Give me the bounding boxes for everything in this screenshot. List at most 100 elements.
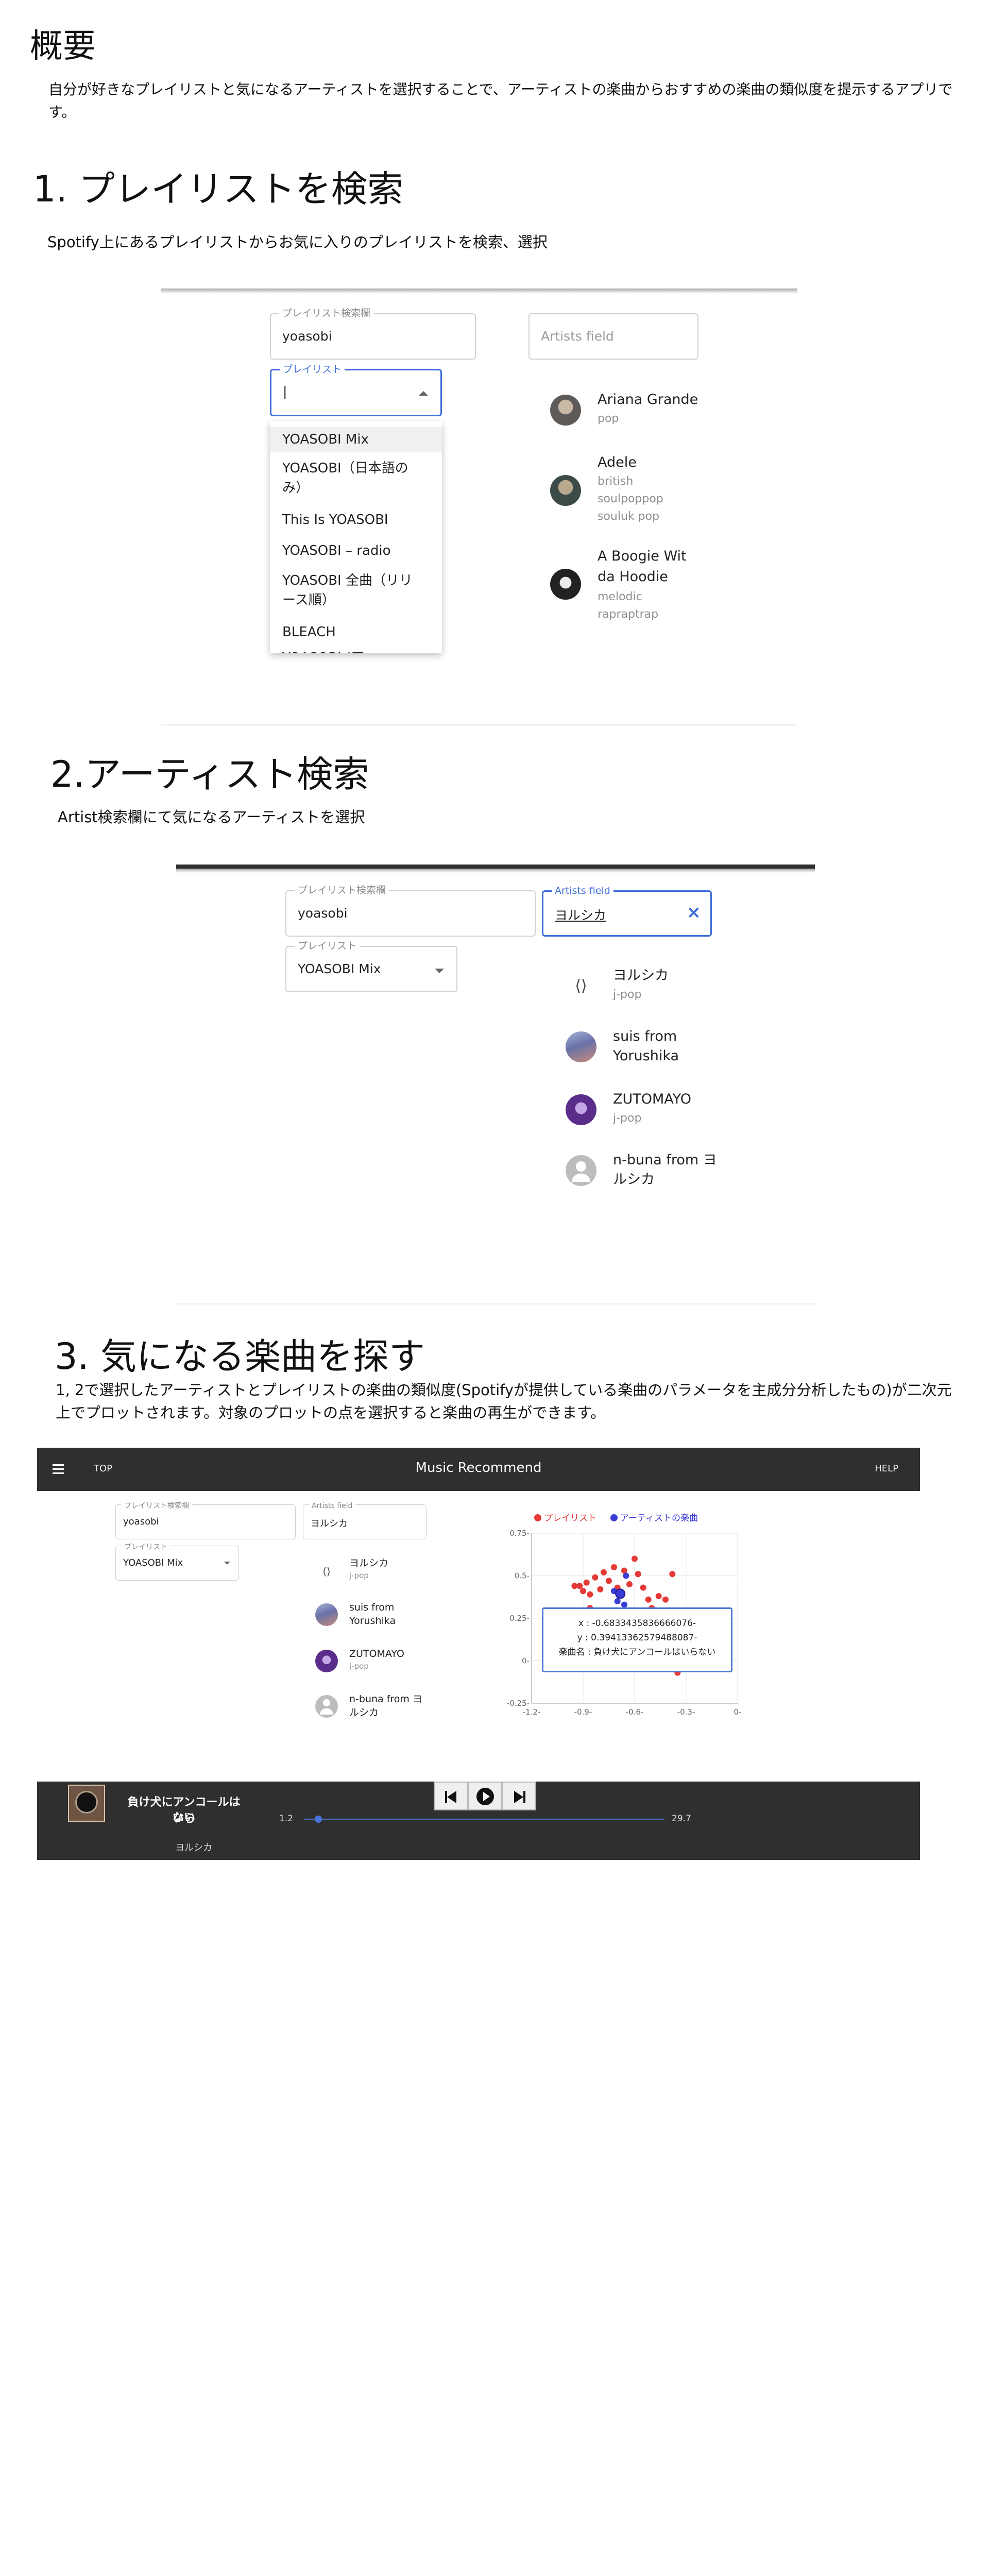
progress-track[interactable] <box>304 1819 664 1820</box>
artists-field-label: Artists field <box>309 1500 356 1512</box>
clear-icon[interactable]: × <box>687 902 702 923</box>
artist-genre: melodic <box>598 590 642 603</box>
artist-genre: rapraptrap <box>598 608 659 621</box>
playlist-point <box>587 1591 593 1598</box>
appbar-edge <box>161 289 797 294</box>
artist-item[interactable]: suis from Yorushika <box>315 1600 429 1631</box>
artist-item[interactable]: suis from Yorushika <box>566 1026 730 1067</box>
artist-name: ヨルシカ <box>613 968 669 984</box>
playlist-search-input[interactable]: プレイリスト検索欄 yoasobi <box>285 885 536 937</box>
person-icon <box>315 1695 338 1718</box>
artists-field-input[interactable]: Artists field ヨルシカ <box>303 1500 427 1539</box>
artist-name: Yorushika <box>613 1048 679 1064</box>
artist-genre: j-pop <box>613 1112 642 1125</box>
artist-avatar <box>550 475 581 506</box>
yorushika-logo-icon: ⟨⟩ <box>322 1565 331 1578</box>
help-link[interactable]: HELP <box>875 1463 898 1474</box>
artists-field-label: Artists field <box>552 885 613 896</box>
artist-item[interactable]: ⟨⟩ ヨルシカ j-pop <box>566 965 730 1007</box>
caret-up-icon <box>419 391 428 396</box>
artist-name: suis from <box>349 1602 395 1613</box>
playlist-select-label: プレイリスト <box>121 1541 170 1553</box>
playlist-point <box>580 1588 586 1595</box>
screenshot-artist-search: プレイリスト検索欄 yoasobi Artists field ヨルシカ × プ… <box>176 865 815 1313</box>
overview-title: 概要 <box>30 27 96 65</box>
skip-next-button[interactable] <box>502 1782 536 1810</box>
dropdown-option[interactable]: BLEACH <box>282 622 435 642</box>
artist-item[interactable]: ⟨⟩ ヨルシカ j-pop <box>315 1556 429 1585</box>
artists-field-value: ヨルシカ <box>311 1518 348 1529</box>
artists-field-placeholder: Artists field <box>541 329 614 344</box>
playlist-search-input[interactable]: プレイリスト検索欄 yoasobi <box>115 1500 296 1539</box>
playlist-select[interactable]: プレイリスト YOASOBI Mix <box>115 1541 239 1581</box>
playlist-dropdown: YOASOBI Mix YOASOBI（日本語の み） This Is YOAS… <box>270 421 442 653</box>
playlist-point <box>655 1593 662 1600</box>
progress-thumb[interactable] <box>315 1816 322 1823</box>
dropdown-option[interactable]: This Is YOASOBI <box>282 510 435 530</box>
artist-genre: british <box>598 475 634 488</box>
playlist-select[interactable]: プレイリスト | <box>270 364 442 416</box>
point-tooltip: x : -0.6833435836666076- y : 0.394133625… <box>542 1607 732 1672</box>
artist-name: ZUTOMAYO <box>349 1648 404 1659</box>
dropdown-option[interactable]: YOASOBI（日本語の <box>282 459 435 478</box>
artist-avatar <box>550 569 581 600</box>
dropdown-option[interactable]: YOASOBI – radio <box>282 541 435 561</box>
artist-name: n-buna from ヨ <box>349 1693 422 1705</box>
playlist-point <box>583 1579 590 1586</box>
artist-avatar <box>566 1031 596 1062</box>
dropdown-option[interactable]: み） <box>282 478 435 498</box>
artist-name: Adele <box>598 454 637 470</box>
appbar-shadow <box>176 869 815 873</box>
section-divider <box>176 1303 815 1306</box>
artist-item[interactable]: ZUTOMAYO j-pop <box>566 1089 730 1130</box>
y-tick-label: -0.25- <box>507 1699 530 1708</box>
artist-item[interactable]: A Boogie Wit da Hoodie melodic rapraptra… <box>550 546 715 623</box>
playlist-select-value: YOASOBI Mix <box>123 1557 183 1568</box>
artist-name: ZUTOMAYO <box>613 1091 691 1107</box>
dropdown-option[interactable]: YOASOBI Mix <box>282 430 435 449</box>
x-tick-label: -0.3- <box>677 1707 695 1717</box>
current-time: 1.2 <box>279 1814 294 1824</box>
artist-item[interactable]: Adele british soulpoppop souluk pop <box>550 452 715 530</box>
section1-title: 1. プレイリストを検索 <box>33 168 404 210</box>
x-tick-label: -1.2- <box>523 1707 541 1717</box>
artist-genre: souluk pop <box>598 510 660 523</box>
playlist-point <box>632 1555 638 1562</box>
artist-item[interactable]: Ariana Grande pop <box>550 389 715 431</box>
playlist-point <box>597 1586 604 1592</box>
artist-name: da Hoodie <box>598 569 668 585</box>
dropdown-option[interactable]: ース順） <box>282 590 435 610</box>
artist-item[interactable]: ZUTOMAYO j-pop <box>315 1647 429 1675</box>
playlist-select[interactable]: プレイリスト YOASOBI Mix <box>285 940 457 992</box>
playlist-search-input[interactable]: プレイリスト検索欄 yoasobi <box>270 308 476 360</box>
play-button[interactable] <box>468 1782 502 1810</box>
overview-text: 自分が好きなプレイリストと気になるアーティストを選択することで、アーティストの楽… <box>48 81 953 121</box>
artist-point <box>614 1598 621 1604</box>
playlist-select-label: プレイリスト <box>295 940 360 952</box>
section2-title: 2.アーティスト検索 <box>50 753 369 795</box>
person-icon <box>566 1155 596 1186</box>
playlist-search-value: yoasobi <box>123 1516 159 1527</box>
playlist-point <box>669 1571 676 1578</box>
artists-field-input[interactable]: Artists field <box>528 313 698 360</box>
artist-item[interactable]: n-buna from ヨ ルシカ <box>566 1150 730 1191</box>
artist-name: Ariana Grande <box>598 392 698 408</box>
song-title: ない <box>172 1811 195 1824</box>
artist-avatar <box>566 1094 596 1125</box>
playlist-point <box>611 1564 617 1570</box>
playlist-search-value: yoasobi <box>282 329 332 344</box>
playlist-select-cursor: | <box>283 384 287 399</box>
legend-label: アーティストの楽曲 <box>620 1513 698 1523</box>
dropdown-option[interactable]: YOASOBI 全曲（リリ <box>282 571 435 590</box>
playlist-point <box>626 1581 633 1587</box>
artist-point <box>623 1572 629 1579</box>
play-triangle <box>483 1792 490 1801</box>
screenshot-app: TOP Music Recommend HELP プレイリスト検索欄 yoaso… <box>37 1448 920 1860</box>
selected-point <box>615 1588 626 1599</box>
skip-previous-button[interactable] <box>434 1782 468 1810</box>
legend-marker <box>610 1514 618 1521</box>
dropdown-option[interactable]: YOASOBI (ア <box>282 648 435 653</box>
skip-previous-triangle <box>447 1791 456 1803</box>
artist-item[interactable]: n-buna from ヨ ルシカ <box>315 1692 429 1723</box>
artists-field-input[interactable]: Artists field ヨルシカ × <box>542 885 712 937</box>
